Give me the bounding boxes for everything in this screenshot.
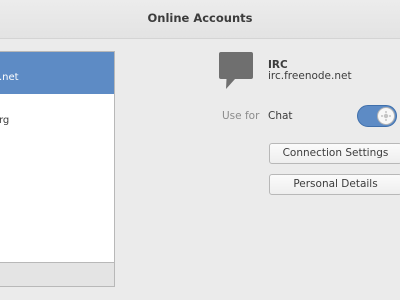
speech-bubble-icon <box>219 52 253 90</box>
connection-settings-button[interactable]: Connection Settings <box>269 143 400 164</box>
chat-toggle[interactable] <box>357 105 397 127</box>
account-list: .net rg <box>0 51 115 287</box>
use-for-label: Use for <box>222 110 260 122</box>
personal-details-button[interactable]: Personal Details <box>269 174 400 195</box>
toggle-knob <box>377 107 395 125</box>
account-item-label: rg <box>0 115 10 126</box>
account-list-toolbar <box>0 262 115 287</box>
account-item-irc[interactable]: .net <box>0 52 114 94</box>
account-item-second[interactable]: rg <box>0 94 114 142</box>
window-title: Online Accounts <box>147 11 253 25</box>
provider-server: irc.freenode.net <box>268 70 352 82</box>
grip-icon <box>381 111 391 121</box>
title-bar: Online Accounts <box>0 0 400 39</box>
chat-service-label: Chat <box>268 110 293 122</box>
account-item-label: .net <box>0 72 19 83</box>
